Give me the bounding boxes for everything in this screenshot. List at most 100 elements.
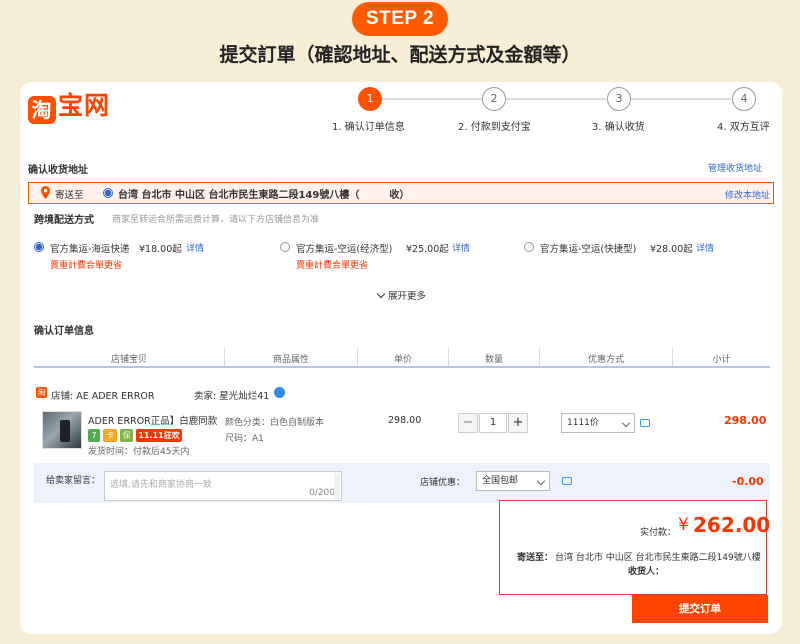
progress-line-3: [631, 98, 731, 100]
paid-label: 实付款：: [640, 528, 677, 538]
item-subtotal: 298.00: [724, 414, 767, 427]
address-section-title: 确认收货地址: [28, 165, 88, 176]
expand-more-button[interactable]: 展开更多: [376, 288, 427, 302]
address-text: 台湾 台北市 中山区 台北市民生東路二段149號八樓（ 收）: [118, 190, 410, 201]
progress-line-1: [382, 98, 482, 100]
qty-input[interactable]: 1: [479, 413, 507, 433]
taobao-checkout-panel: 淘宝网 1 2 3 4 1. 确认订单信息 2. 付款到支付宝 3. 确认收货 …: [20, 82, 782, 634]
progress-label-4: 4. 双方互评: [717, 122, 770, 133]
selected-address-row[interactable]: 寄送至 台湾 台北市 中山区 台北市民生東路二段149號八樓（ 收） 修改本地址: [28, 182, 774, 204]
submit-order-button[interactable]: 提交订单: [632, 595, 768, 623]
attr-color: 颜色分类：白色自制版本: [225, 418, 325, 428]
seller-name[interactable]: 卖家: 星光灿烂41: [194, 388, 269, 402]
wangwang-chat-icon[interactable]: [274, 387, 285, 398]
paid-amount: 262.00: [693, 513, 771, 537]
shop-discount-value: 全国包邮: [482, 476, 519, 486]
shipping-option-label: 官方集运-空运(快捷型): [540, 244, 637, 255]
shipping-option-note: 賣重計費合單更省: [50, 261, 123, 271]
progress-label-3: 3. 确认收货: [592, 122, 645, 133]
header-attributes: 商品属性: [272, 355, 309, 365]
shipping-option-note: 賣重計費合單更省: [296, 261, 369, 271]
manage-address-link[interactable]: 管理收货地址: [708, 161, 762, 174]
taobao-logo: 淘宝网: [28, 86, 110, 124]
discount-select[interactable]: 1111价: [561, 413, 635, 433]
progress-step-2: 2: [482, 87, 506, 111]
taobao-shop-icon: 淘: [36, 387, 47, 398]
address-radio[interactable]: [103, 188, 113, 198]
unit-price: 298.00: [388, 415, 422, 426]
summary-ship-to-label: 寄送至：: [517, 553, 554, 563]
chevron-down-icon: [376, 289, 386, 299]
chevron-down-icon: [621, 418, 631, 428]
shipping-option-air-express[interactable]: 官方集运-空运(快捷型) ¥28.00起 详情: [524, 240, 764, 256]
discount-info-icon[interactable]: [640, 419, 650, 427]
chevron-down-icon: [536, 476, 546, 486]
progress-step-3: 3: [607, 87, 631, 111]
edit-address-link[interactable]: 修改本地址: [725, 188, 770, 201]
credit-card-badge: 卡: [103, 429, 117, 442]
ship-time: 发货时间：付款后45天内: [88, 447, 190, 457]
seven-day-return-badge: 7: [88, 429, 100, 442]
order-section-title: 确认订单信息: [34, 326, 94, 337]
shipping-option-price: ¥25.00起: [406, 244, 449, 255]
product-thumbnail[interactable]: [42, 411, 82, 449]
shop-discount-info-icon[interactable]: [562, 477, 572, 485]
shipping-option-sea[interactable]: 官方集运-海运快递 ¥18.00起 详情: [34, 240, 274, 256]
column-divider: [357, 348, 358, 366]
message-label: 给卖家留言：: [46, 476, 101, 486]
header-unit-price: 单价: [393, 355, 412, 365]
column-divider: [672, 348, 673, 366]
header-subtotal: 小计: [712, 355, 731, 365]
shipping-radio-air-economy[interactable]: [280, 242, 290, 252]
page-title: 提交訂單（確認地址、配送方式及金額等）: [219, 44, 581, 66]
product-badges: 7 卡 保 11.11狂欢: [88, 429, 228, 442]
progress-step-1: 1: [358, 87, 382, 111]
shipping-option-detail-link[interactable]: 详情: [186, 241, 204, 254]
location-pin-icon: [41, 186, 50, 199]
currency-symbol: ¥: [678, 515, 689, 535]
column-divider: [448, 348, 449, 366]
taobao-logo-text: 宝网: [58, 91, 111, 120]
progress-line-2: [506, 98, 606, 100]
insurance-badge: 保: [120, 429, 133, 442]
summary-ship-to-value: 台湾 台北市 中山区 台北市民生東路二段149號八樓: [555, 553, 761, 563]
double-eleven-badge: 11.11狂欢: [136, 429, 182, 442]
discount-select-value: 1111价: [567, 418, 599, 428]
shipping-option-price: ¥28.00起: [650, 244, 693, 255]
order-summary-box: 实付款： ¥ 262.00 寄送至： 台湾 台北市 中山区 台北市民生東路二段1…: [499, 500, 771, 595]
message-char-count: 0/200: [309, 488, 335, 498]
shipping-hint: 商家至转运合所需运费计算，请以下方店铺信息为准: [112, 215, 320, 225]
taobao-logo-icon: 淘: [28, 96, 56, 124]
header-discount: 优惠方式: [587, 355, 624, 365]
receiver-label: 收货人：: [628, 567, 665, 577]
column-divider: [539, 348, 540, 366]
expand-more-label: 展开更多: [388, 291, 427, 302]
message-scrollbar[interactable]: [334, 473, 340, 499]
column-divider: [224, 348, 225, 366]
product-title-link[interactable]: ADER ERROR正品】白鹿同款...: [88, 413, 218, 427]
progress-step-4: 4: [732, 87, 756, 111]
header-shop-item: 店铺宝贝: [110, 355, 147, 365]
shop-name[interactable]: 店铺: AE ADER ERROR: [51, 388, 154, 402]
shipping-option-detail-link[interactable]: 详情: [452, 241, 470, 254]
shipping-radio-sea[interactable]: [34, 242, 44, 252]
attr-size: 尺码：A1: [225, 434, 264, 444]
step-badge: STEP 2: [352, 2, 448, 36]
message-textarea[interactable]: 选填,请先和商家协商一致 0/200: [104, 471, 342, 501]
shop-discount-select[interactable]: 全国包邮: [476, 471, 550, 491]
message-placeholder: 选填,请先和商家协商一致: [110, 480, 212, 490]
shipping-radio-air-express[interactable]: [524, 242, 534, 252]
qty-increase-button[interactable]: +: [508, 413, 528, 433]
header-quantity: 数量: [484, 355, 503, 365]
ship-to-label: 寄送至: [55, 190, 84, 201]
shipping-section-title: 跨境配送方式: [34, 215, 94, 226]
shipping-option-label: 官方集运-空运(经济型): [296, 244, 393, 255]
progress-label-1: 1. 确认订单信息: [332, 122, 405, 133]
shop-discount-amount: -0.00: [732, 475, 764, 488]
shipping-option-detail-link[interactable]: 详情: [696, 241, 714, 254]
qty-decrease-button[interactable]: −: [458, 413, 478, 433]
shipping-option-air-economy[interactable]: 官方集运-空运(经济型) ¥25.00起 详情: [280, 240, 520, 256]
shipping-option-label: 官方集运-海运快递: [50, 244, 130, 255]
shipping-option-price: ¥18.00起: [139, 244, 182, 255]
progress-label-2: 2. 付款到支付宝: [458, 122, 531, 133]
